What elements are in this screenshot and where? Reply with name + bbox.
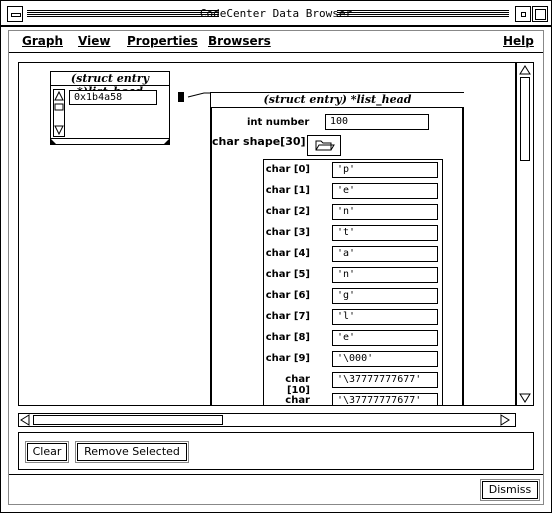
shape-label: char shape[30]: [212, 135, 306, 148]
char-label: char [5]: [265, 269, 310, 280]
clear-button[interactable]: Clear: [25, 441, 69, 463]
menubar: Graph View Properties Browsers Help: [9, 31, 543, 53]
char-label: char [3]: [265, 227, 310, 238]
char-label: char [6]: [265, 290, 310, 301]
remove-selected-button[interactable]: Remove Selected: [75, 441, 189, 463]
char-value[interactable]: 'p': [332, 162, 438, 178]
char-label: char [8]: [265, 332, 310, 343]
char-array-box[interactable]: char [0] 'p' char [1] 'e' char [2] 'n' char [3…: [263, 159, 443, 406]
char-value[interactable]: 'l': [332, 309, 438, 325]
vertical-scroll-thumb[interactable]: [520, 77, 530, 161]
char-label: char [10]: [285, 374, 310, 396]
maximize-icon[interactable]: [532, 6, 548, 22]
char-value[interactable]: '\000': [332, 351, 438, 367]
char-value[interactable]: 'n': [332, 204, 438, 220]
char-label: char [0]: [265, 164, 310, 175]
char-value[interactable]: 'n': [332, 267, 438, 283]
graph-canvas[interactable]: (struct entry *)list_head 0x1b4a58 (stru…: [18, 62, 516, 406]
entry-title: (struct entry) *list_head: [211, 93, 464, 108]
minimize-icon[interactable]: [515, 6, 531, 22]
char-label: char [9]: [265, 353, 310, 364]
char-value[interactable]: 'g': [332, 288, 438, 304]
action-panel: Clear Remove Selected: [18, 432, 534, 470]
open-folder-button[interactable]: [307, 135, 341, 156]
char-value[interactable]: 'e': [332, 183, 438, 199]
char-label: char [2]: [265, 206, 310, 217]
char-label: char [11]: [285, 395, 310, 406]
char-value[interactable]: 'a': [332, 246, 438, 262]
entry-box[interactable]: (struct entry) *list_head int number 100…: [210, 92, 464, 406]
horizontal-scrollbar[interactable]: [18, 413, 516, 427]
char-value[interactable]: 'e': [332, 330, 438, 346]
dismiss-button[interactable]: Dismiss: [480, 479, 540, 501]
horizontal-scroll-thumb[interactable]: [33, 415, 223, 425]
char-value[interactable]: 't': [332, 225, 438, 241]
title-bar: CodeCenter Data Browser: [0, 0, 552, 26]
number-value[interactable]: 100: [325, 114, 429, 130]
menu-browsers[interactable]: Browsers: [208, 34, 271, 48]
char-label: char [7]: [265, 311, 310, 322]
window-title: CodeCenter Data Browser: [199, 7, 353, 20]
vertical-scrollbar[interactable]: [516, 62, 534, 406]
menu-graph[interactable]: Graph: [22, 34, 63, 48]
menu-properties[interactable]: Properties: [127, 34, 198, 48]
char-label: char [1]: [265, 185, 310, 196]
number-label: int number: [247, 117, 310, 128]
char-label: char [4]: [265, 248, 310, 259]
separator: [9, 474, 543, 475]
char-value[interactable]: '\37777777677': [332, 393, 438, 405]
menu-help[interactable]: Help: [503, 34, 534, 48]
folder-icon: [315, 140, 335, 151]
menu-view[interactable]: View: [78, 34, 110, 48]
char-value[interactable]: '\37777777677': [332, 372, 438, 388]
